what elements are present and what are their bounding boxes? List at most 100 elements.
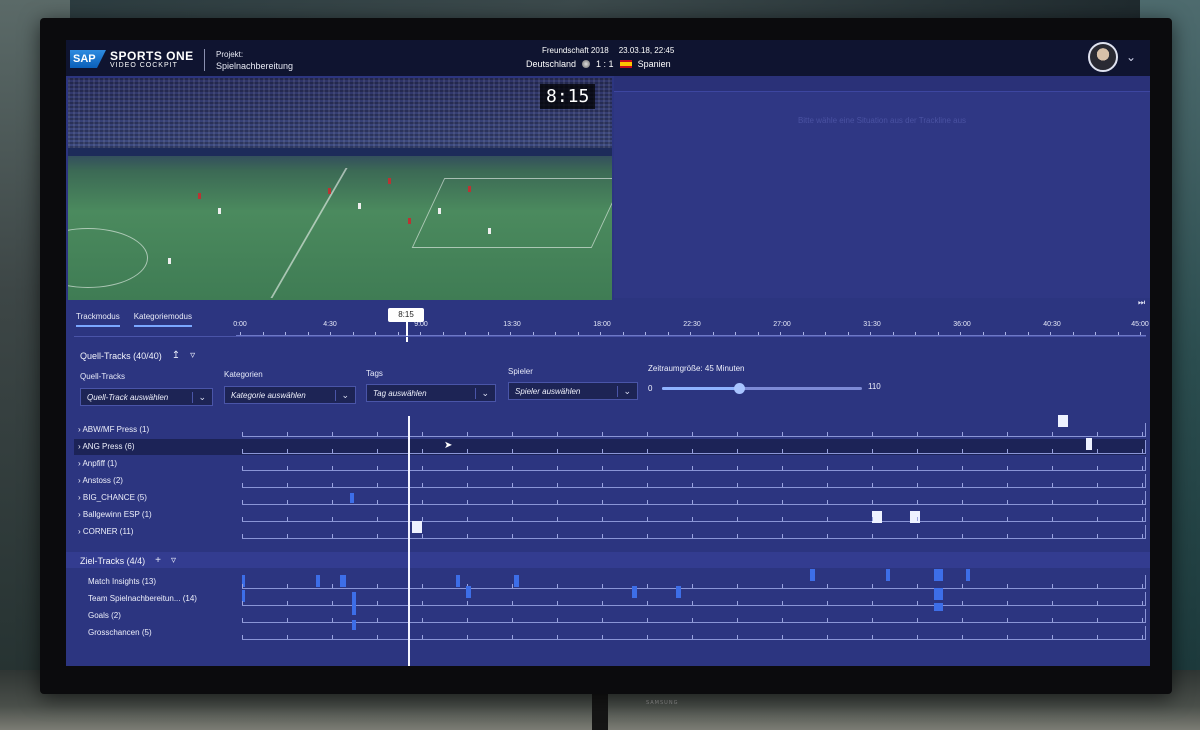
player-marker — [488, 228, 491, 234]
lane-tick — [467, 534, 468, 538]
lane-tick — [467, 517, 468, 521]
ziel-event[interactable] — [966, 569, 970, 581]
track-lane[interactable] — [242, 491, 1146, 505]
ziel-event[interactable] — [352, 620, 356, 630]
lane-tick — [692, 449, 693, 453]
tick-label: 36:00 — [953, 321, 971, 328]
track-event[interactable] — [910, 511, 920, 523]
range-size-value: 45 Minuten — [704, 364, 745, 373]
lane-tick — [692, 584, 693, 588]
lane-tick — [1097, 500, 1098, 504]
lane-tick — [467, 601, 468, 605]
lane-tick — [332, 601, 333, 605]
track-lane[interactable] — [242, 438, 1146, 454]
playhead-time[interactable]: 8:15 — [388, 308, 424, 322]
away-team: Spanien — [637, 59, 671, 69]
video-player[interactable]: 8:15 — [68, 78, 612, 300]
track-row[interactable]: › Ballgewinn ESP (1) — [74, 507, 1146, 523]
kategorie-select[interactable]: Kategorie auswählen ⌄ — [224, 386, 356, 404]
lane-tick — [782, 534, 783, 538]
upload-icon[interactable]: ↥ — [172, 350, 180, 361]
lane-tick — [782, 449, 783, 453]
ziel-track-lane[interactable] — [242, 569, 1146, 589]
tab-kategoriemodus[interactable]: Kategoriemodus — [133, 312, 192, 327]
track-row[interactable]: › CORNER (11) — [74, 521, 1146, 540]
track-label: › Anstoss (2) — [78, 476, 123, 485]
timeline-playhead-line[interactable] — [408, 416, 410, 666]
lane-tick — [332, 584, 333, 588]
lane-tick — [332, 517, 333, 521]
ziel-event[interactable] — [934, 569, 943, 581]
ziel-event[interactable] — [466, 586, 471, 598]
lane-tick — [467, 432, 468, 436]
lane-tick — [782, 618, 783, 622]
track-row[interactable]: › ANG Press (6) — [74, 438, 1146, 455]
lane-tick — [467, 483, 468, 487]
tab-trackmodus[interactable]: Trackmodus — [76, 312, 120, 327]
lane-tick — [1007, 483, 1008, 487]
ziel-event[interactable] — [352, 603, 356, 615]
tags-filter-label: Tags — [366, 369, 383, 378]
ziel-event[interactable] — [316, 575, 320, 587]
ziel-event[interactable] — [934, 603, 943, 611]
ziel-track-lane[interactable] — [242, 603, 1146, 623]
chevron-down-icon[interactable]: ⌄ — [1126, 50, 1136, 64]
ziel-event[interactable] — [886, 569, 890, 581]
track-lane[interactable] — [242, 521, 1146, 539]
track-lane[interactable] — [242, 508, 1146, 523]
ziel-track-row[interactable]: Goals (2) — [74, 603, 1146, 624]
spieler-select[interactable]: Spieler auswählen ⌄ — [508, 382, 638, 400]
filter-icon[interactable]: ▿ — [171, 555, 176, 566]
pitch-line — [270, 168, 348, 298]
ziel-event[interactable] — [632, 586, 637, 598]
filter-icon[interactable]: ▿ — [190, 350, 195, 361]
track-event[interactable] — [1058, 415, 1068, 427]
lane-tick — [962, 500, 963, 504]
lane-tick — [827, 432, 828, 436]
tag-select[interactable]: Tag auswählen ⌄ — [366, 384, 496, 402]
ziel-event[interactable] — [340, 575, 346, 587]
player-marker — [358, 203, 361, 209]
ziel-track-row[interactable]: Team Spielnachbereitun... (14) — [74, 586, 1146, 607]
track-event[interactable] — [412, 521, 422, 533]
lane-tick — [917, 466, 918, 470]
ziel-track-lane[interactable] — [242, 586, 1146, 606]
lane-tick — [782, 601, 783, 605]
track-row[interactable]: › BIG_CHANCE (5) — [74, 490, 1146, 506]
ziel-track-lane[interactable] — [242, 620, 1146, 640]
lane-tick — [782, 500, 783, 504]
track-lane[interactable] — [242, 415, 1146, 437]
pitch-circle — [68, 228, 148, 288]
track-row[interactable]: › Anstoss (2) — [74, 473, 1146, 489]
tick-label: 0:00 — [233, 321, 247, 328]
ziel-event[interactable] — [810, 569, 815, 581]
ziel-track-row[interactable]: Match Insights (13) — [74, 569, 1146, 590]
chevron-down-icon: ⌄ — [475, 387, 489, 399]
lane-tick — [1007, 584, 1008, 588]
video-crowd — [68, 78, 612, 148]
quell-track-select[interactable]: Quell-Track auswählen ⌄ — [80, 388, 213, 406]
lane-tick — [422, 635, 423, 639]
playhead-marker[interactable] — [406, 322, 408, 342]
fast-forward-icon[interactable]: ⏭ — [1138, 298, 1145, 308]
track-event[interactable] — [350, 493, 354, 503]
user-avatar[interactable] — [1088, 42, 1118, 72]
lane-tick — [467, 449, 468, 453]
situation-panel: Bitte wähle eine Situation aus der Track… — [614, 76, 1150, 298]
track-row[interactable]: › ABW/MF Press (1) — [74, 415, 1146, 438]
track-event[interactable] — [872, 511, 882, 523]
tick-label: 18:00 — [593, 321, 611, 328]
range-slider-thumb[interactable] — [734, 383, 745, 394]
ziel-event[interactable] — [934, 588, 943, 600]
track-event[interactable] — [1086, 438, 1092, 450]
track-lane[interactable] — [242, 457, 1146, 471]
ziel-track-row[interactable]: Grosschancen (5) — [74, 620, 1146, 641]
track-lane[interactable] — [242, 474, 1146, 488]
ziel-event[interactable] — [456, 575, 460, 587]
track-row[interactable]: › Anpfiff (1) — [74, 456, 1146, 472]
lane-tick — [917, 618, 918, 622]
ziel-event[interactable] — [676, 586, 681, 598]
lane-tick — [962, 635, 963, 639]
plus-icon[interactable]: + — [155, 555, 161, 566]
ziel-event[interactable] — [514, 575, 519, 587]
